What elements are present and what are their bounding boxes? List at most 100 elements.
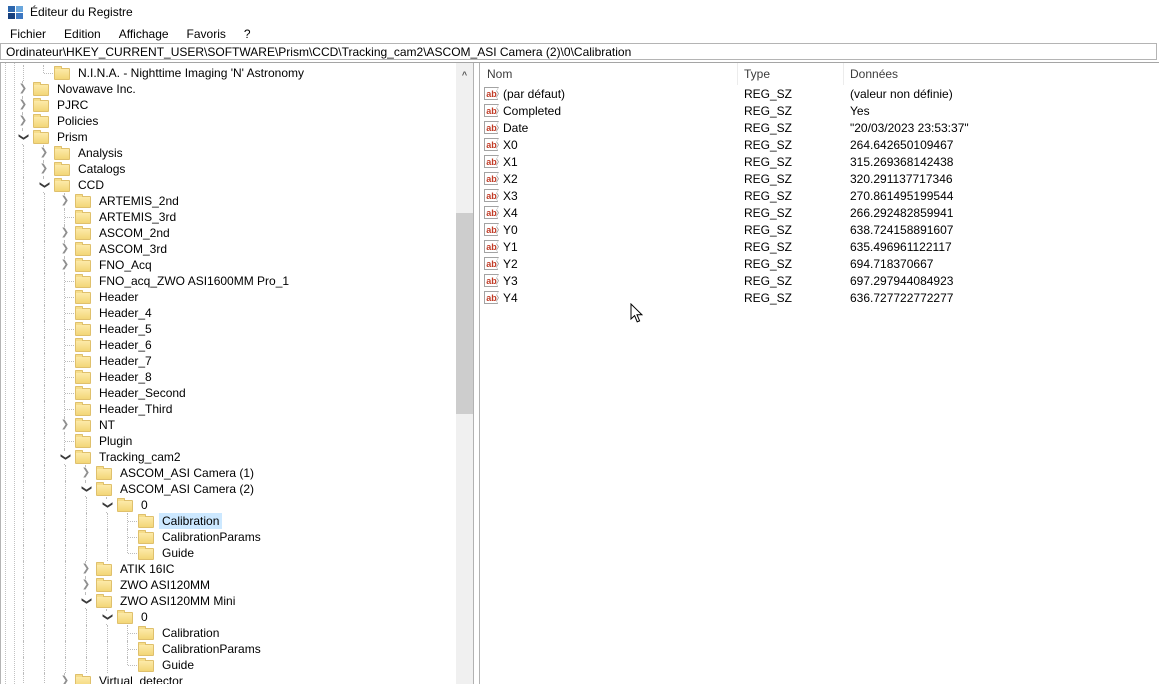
tree-expander: ❯ [12,81,33,97]
chevron-right-icon[interactable]: ❯ [59,675,71,684]
value-data: 266.292482859941 [844,204,1159,221]
chevron-right-icon[interactable]: ❯ [17,99,29,111]
folder-icon [75,372,91,384]
chevron-down-icon[interactable]: ❯ [101,611,113,623]
value-row-x2[interactable]: X2REG_SZ320.291137717346 [480,170,1159,187]
chevron-down-icon[interactable]: ❯ [101,499,113,511]
tree-item-0[interactable]: ❯0 [1,609,456,625]
column-header-donnees[interactable]: Données [844,63,1159,85]
value-row-y4[interactable]: Y4REG_SZ636.727722772277 [480,289,1159,306]
tree-item-prism[interactable]: ❯Prism [1,129,456,145]
value-row-y3[interactable]: Y3REG_SZ697.297944084923 [480,272,1159,289]
value-row-x4[interactable]: X4REG_SZ266.292482859941 [480,204,1159,221]
chevron-right-icon[interactable]: ❯ [59,259,71,271]
tree-item-n-i-n-a-nighttime-imaging-n-astronomy[interactable]: N.I.N.A. - Nighttime Imaging 'N' Astrono… [1,65,456,81]
tree-item-policies[interactable]: ❯Policies [1,113,456,129]
tree-item-guide[interactable]: Guide [1,545,456,561]
menu-bar: Fichier Edition Affichage Favoris ? [0,24,1159,43]
tree-item-atik-16ic[interactable]: ❯ATIK 16IC [1,561,456,577]
tree-indent-guide [12,145,33,161]
tree-item-ascom-2nd[interactable]: ❯ ASCOM_2nd [1,225,456,241]
value-row-date[interactable]: DateREG_SZ"20/03/2023 23:53:37" [480,119,1159,136]
chevron-right-icon[interactable]: ❯ [17,83,29,95]
value-data: 320.291137717346 [844,170,1159,187]
value-row-y2[interactable]: Y2REG_SZ694.718370667 [480,255,1159,272]
tree-item-header-6[interactable]: Header_6 [1,337,456,353]
tree-item-nt[interactable]: ❯NT [1,417,456,433]
tree-scrollbar[interactable]: ^ [456,63,473,684]
column-header-nom[interactable]: Nom [480,63,738,85]
value-row-y0[interactable]: Y0REG_SZ638.724158891607 [480,221,1159,238]
tree-item-calibrationparams[interactable]: CalibrationParams [1,529,456,545]
tree-item-label: Tracking_cam2 [96,449,184,465]
value-row-x0[interactable]: X0REG_SZ264.642650109467 [480,136,1159,153]
tree-item-catalogs[interactable]: ❯Catalogs [1,161,456,177]
tree-item-novawave-inc[interactable]: ❯Novawave Inc. [1,81,456,97]
tree-indent-guide [12,401,33,417]
chevron-right-icon[interactable]: ❯ [59,195,71,207]
tree-item-0[interactable]: ❯0 [1,497,456,513]
tree-item-ascom-3rd[interactable]: ❯ASCOM_3rd [1,241,456,257]
tree-item-calibration[interactable]: Calibration [1,625,456,641]
tree-item-fno-acq-zwo-asi1600mm-pro-1[interactable]: FNO_acq_ZWO ASI1600MM Pro_1 [1,273,456,289]
chevron-down-icon[interactable]: ❯ [80,483,92,495]
tree-item-pjrc[interactable]: ❯PJRC [1,97,456,113]
tree-item-label: ASCOM_2nd [96,225,173,241]
value-row-x3[interactable]: X3REG_SZ270.861495199544 [480,187,1159,204]
chevron-right-icon[interactable]: ❯ [59,243,71,255]
chevron-down-icon[interactable]: ❯ [80,595,92,607]
tree-item-guide[interactable]: Guide [1,657,456,673]
menu-help[interactable]: ? [235,25,260,43]
tree-item-ccd[interactable]: ❯CCD [1,177,456,193]
tree-item-header-second[interactable]: Header_Second [1,385,456,401]
scrollbar-up-button[interactable]: ^ [456,63,473,80]
panel-splitter[interactable] [473,63,480,684]
tree-item-header-4[interactable]: Header_4 [1,305,456,321]
tree-item-artemis-3rd[interactable]: ARTEMIS_3rd [1,209,456,225]
tree-item-ascom-asi-camera-2[interactable]: ❯ASCOM_ASI Camera (2) [1,481,456,497]
chevron-right-icon[interactable]: ❯ [59,227,71,239]
tree-item-header-8[interactable]: Header_8 [1,369,456,385]
chevron-right-icon[interactable]: ❯ [17,115,29,127]
folder-icon [75,244,91,256]
chevron-right-icon[interactable]: ❯ [80,579,92,591]
chevron-right-icon[interactable]: ❯ [59,419,71,431]
tree-item-ascom-asi-camera-1[interactable]: ❯ASCOM_ASI Camera (1) [1,465,456,481]
tree-item-virtual-detector[interactable]: ❯Virtual_detector [1,673,456,684]
tree-item-label: ARTEMIS_3rd [96,209,179,225]
menu-fichier[interactable]: Fichier [1,25,55,43]
tree-item-zwo-asi120mm-mini[interactable]: ❯ZWO ASI120MM Mini [1,593,456,609]
value-row-completed[interactable]: CompletedREG_SZYes [480,102,1159,119]
tree-item-tracking-cam2[interactable]: ❯ Tracking_cam2 [1,449,456,465]
menu-affichage[interactable]: Affichage [110,25,178,43]
address-bar[interactable] [0,43,1157,60]
tree-item-calibration[interactable]: Calibration [1,513,456,529]
value-row-y1[interactable]: Y1REG_SZ635.496961122117 [480,238,1159,255]
chevron-right-icon[interactable]: ❯ [80,563,92,575]
value-row-x1[interactable]: X1REG_SZ315.269368142438 [480,153,1159,170]
tree-item-plugin[interactable]: Plugin [1,433,456,449]
tree-item-zwo-asi120mm[interactable]: ❯ZWO ASI120MM [1,577,456,593]
tree-expander [117,545,138,561]
tree-item-artemis-2nd[interactable]: ❯ARTEMIS_2nd [1,193,456,209]
chevron-down-icon[interactable]: ❯ [17,131,29,143]
chevron-right-icon[interactable]: ❯ [38,163,50,175]
value-row-par-d-faut[interactable]: (par défaut)REG_SZ(valeur non définie) [480,85,1159,102]
chevron-right-icon[interactable]: ❯ [80,467,92,479]
scrollbar-thumb[interactable] [456,213,473,414]
tree-expander [117,529,138,545]
tree-item-header-7[interactable]: Header_7 [1,353,456,369]
tree-item-header[interactable]: Header [1,289,456,305]
column-header-type[interactable]: Type [738,63,844,85]
chevron-right-icon[interactable]: ❯ [38,147,50,159]
tree-item-calibrationparams[interactable]: CalibrationParams [1,641,456,657]
tree-item-header-5[interactable]: Header_5 [1,321,456,337]
tree-item-header-third[interactable]: Header_Third [1,401,456,417]
menu-edition[interactable]: Edition [55,25,110,43]
tree-item-fno-acq[interactable]: ❯FNO_Acq [1,257,456,273]
chevron-down-icon[interactable]: ❯ [59,451,71,463]
tree-expander [54,209,75,225]
chevron-down-icon[interactable]: ❯ [38,179,50,191]
menu-favoris[interactable]: Favoris [178,25,235,43]
tree-item-analysis[interactable]: ❯Analysis [1,145,456,161]
